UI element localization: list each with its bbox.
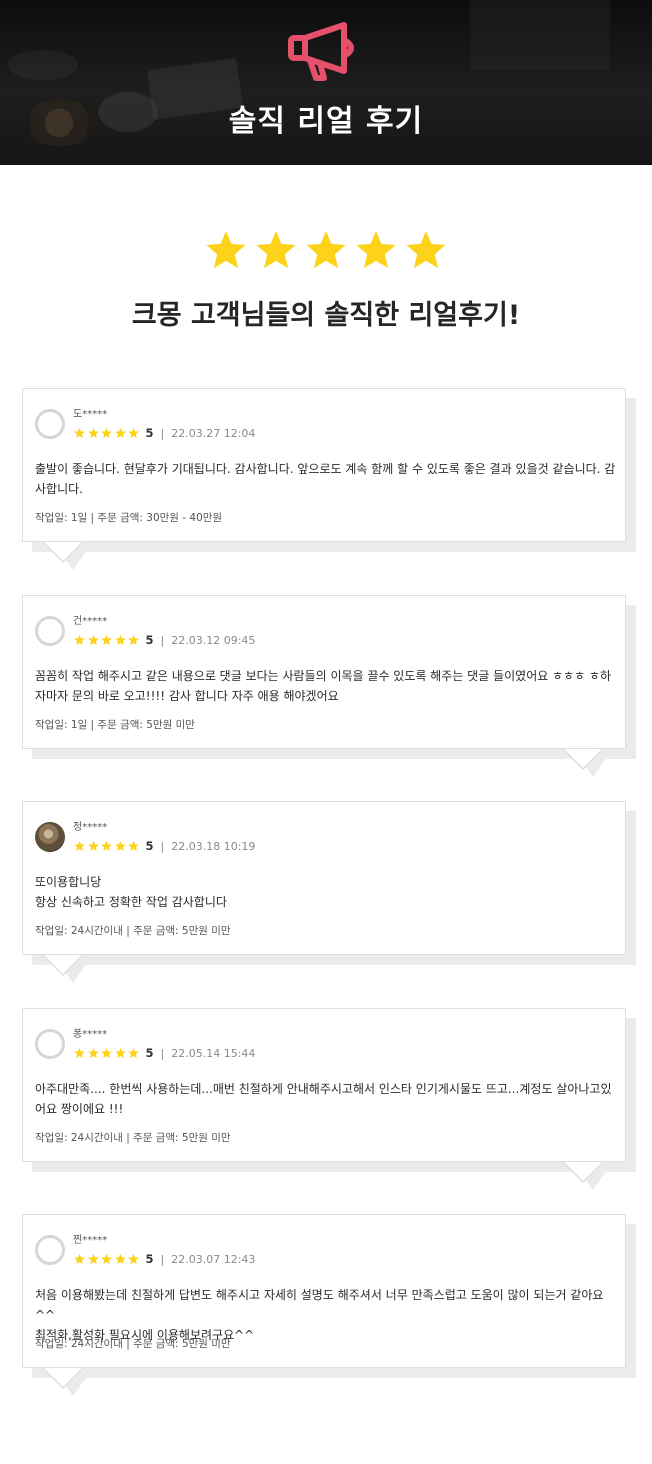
order-info: 작업일: 24시간이내 | 주문 금액: 5만원 미만 [35, 925, 231, 937]
star-icon [114, 1253, 126, 1264]
star-icon [356, 230, 396, 269]
star-icon [206, 230, 246, 269]
star-icon [128, 427, 139, 438]
star-icon [101, 1047, 112, 1058]
divider: | [160, 633, 165, 647]
star-icon [114, 840, 126, 851]
section-subtitle: 크몽 고객님들의 솔직한 리얼후기! [131, 300, 521, 331]
review-date: 22.03.27 12:04 [171, 426, 256, 440]
avatar [35, 409, 65, 439]
star-rating [73, 427, 141, 439]
star-icon [74, 1047, 85, 1058]
review-card: 건***** 5 | 22.03.12 09:45 꼼꼼히 작업 해주시고 같은… [22, 595, 636, 785]
review-card: 찐***** 5 | 22.03.07 12:43 처음 이용해봤는데 친절하게… [22, 1214, 636, 1404]
star-icon [101, 840, 112, 851]
rating-score: 5 [145, 426, 154, 440]
star-icon [114, 1047, 126, 1058]
review-text: 꼼꼼히 작업 해주시고 같은 내용으로 댓글 보다는 사람들의 이목을 끌수 있… [35, 669, 612, 703]
hero-title: 솔직 리얼 후기 [228, 104, 424, 139]
star-icon [406, 230, 446, 269]
star-icon [74, 427, 85, 438]
rating-score: 5 [145, 633, 154, 647]
star-icon [128, 840, 139, 851]
review-card: 퐁***** 5 | 22.05.14 15:44 아주대만족.... 한번씩 … [22, 1008, 636, 1198]
star-icon [101, 427, 112, 438]
review-card-body: 건***** 5 | 22.03.12 09:45 꼼꼼히 작업 해주시고 같은… [22, 595, 626, 749]
speech-tail [42, 951, 90, 983]
hero-background-decoration [8, 50, 78, 80]
star-icon [114, 634, 126, 645]
rating-score: 5 [145, 1046, 154, 1060]
review-card: 도***** 5 | 22.03.27 12:04 출발이 좋습니다. 현달후가… [22, 388, 636, 578]
review-card-body: 찐***** 5 | 22.03.07 12:43 처음 이용해봤는데 친절하게… [22, 1214, 626, 1368]
star-icon [114, 427, 126, 438]
speech-tail [562, 745, 610, 777]
divider: | [160, 426, 165, 440]
review-date: 22.05.14 15:44 [171, 1046, 256, 1060]
star-icon [74, 1253, 85, 1264]
star-icon [87, 1253, 99, 1264]
star-rating [73, 1047, 141, 1059]
divider: | [160, 839, 165, 853]
star-icon [87, 634, 99, 645]
star-icon [306, 230, 346, 269]
rating-score: 5 [145, 839, 154, 853]
hero-background-decoration [470, 0, 610, 70]
hero-banner: 솔직 리얼 후기 [0, 0, 652, 165]
speech-tail [42, 1364, 90, 1396]
reviewer-name: 도***** [73, 409, 108, 420]
star-icon [128, 1253, 139, 1264]
review-card-body: 퐁***** 5 | 22.05.14 15:44 아주대만족.... 한번씩 … [22, 1008, 626, 1162]
star-icon [128, 634, 139, 645]
review-text: 출발이 좋습니다. 현달후가 기대됩니다. 감사합니다. 앞으로도 계속 함께 … [35, 462, 616, 496]
star-rating [73, 840, 141, 852]
avatar [35, 616, 65, 646]
order-info: 작업일: 24시간이내 | 주문 금액: 5만원 미만 [35, 1132, 231, 1144]
review-date: 22.03.12 09:45 [171, 633, 256, 647]
reviewer-name: 찐***** [73, 1235, 108, 1246]
review-text: 또이용합니당 항상 신속하고 정확한 작업 감사합니다 [35, 875, 227, 909]
speech-tail [562, 1158, 610, 1190]
avatar [35, 1235, 65, 1265]
review-card-body: 정***** 5 | 22.03.18 10:19 또이용합니당 항상 신속하고… [22, 801, 626, 955]
review-rating: 5 | 22.03.27 12:04 [73, 425, 255, 441]
star-icon [128, 1047, 139, 1058]
divider: | [160, 1252, 165, 1266]
review-rating: 5 | 22.05.14 15:44 [73, 1045, 255, 1061]
speech-tail [42, 538, 90, 570]
review-card-body: 도***** 5 | 22.03.27 12:04 출발이 좋습니다. 현달후가… [22, 388, 626, 542]
review-date: 22.03.18 10:19 [171, 839, 256, 853]
review-card: 정***** 5 | 22.03.18 10:19 또이용합니당 항상 신속하고… [22, 801, 636, 991]
star-icon [74, 840, 85, 851]
reviewer-name: 퐁***** [73, 1029, 108, 1040]
star-rating [73, 634, 141, 646]
reviewer-name: 건***** [73, 616, 108, 627]
star-icon [101, 1253, 112, 1264]
star-icon [74, 634, 85, 645]
review-rating: 5 | 22.03.12 09:45 [73, 632, 255, 648]
star-icon [87, 427, 99, 438]
review-rating: 5 | 22.03.07 12:43 [73, 1251, 255, 1267]
review-rating: 5 | 22.03.18 10:19 [73, 838, 255, 854]
review-date: 22.03.07 12:43 [171, 1252, 256, 1266]
rating-score: 5 [145, 1252, 154, 1266]
star-rating [73, 1253, 141, 1265]
order-info: 작업일: 1일 | 주문 금액: 5만원 미만 [35, 719, 195, 731]
divider: | [160, 1046, 165, 1060]
rating-stars [0, 228, 652, 274]
order-info: 작업일: 24시간이내 | 주문 금액: 5만원 미만 [35, 1338, 231, 1350]
avatar [35, 1029, 65, 1059]
review-text: 아주대만족.... 한번씩 사용하는데...매번 친절하게 안내해주시고해서 인… [35, 1082, 612, 1116]
order-info: 작업일: 1일 | 주문 금액: 30만원 - 40만원 [35, 512, 223, 524]
star-icon [101, 634, 112, 645]
reviewer-name: 정***** [73, 822, 108, 833]
megaphone-icon [288, 22, 354, 81]
star-icon [256, 230, 296, 269]
star-icon [87, 840, 99, 851]
star-icon [87, 1047, 99, 1058]
avatar [35, 822, 65, 852]
